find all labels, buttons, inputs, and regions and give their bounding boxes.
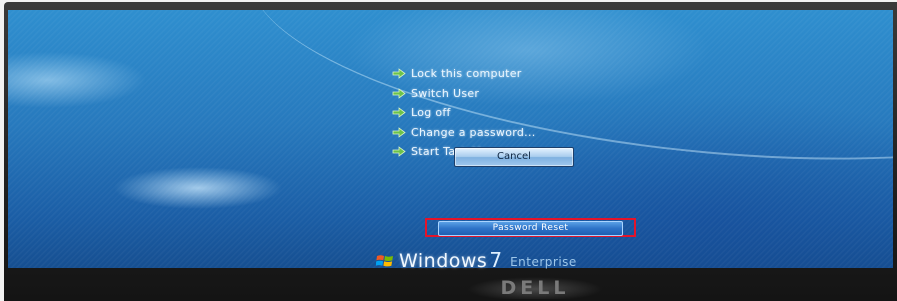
menu-item-switch-user[interactable]: Switch User [392,84,632,104]
menu-item-label: Change a password... [411,125,536,139]
photo: Lock this computer Switch User Log off C… [0,0,897,301]
green-arrow-icon [392,126,406,138]
windows-flag-icon [376,255,393,267]
green-arrow-icon [392,87,406,99]
green-arrow-icon [392,107,406,119]
green-arrow-icon [392,68,406,80]
menu-item-log-off[interactable]: Log off [392,103,632,123]
menu-item-label: Switch User [411,86,480,100]
menu-item-lock-computer[interactable]: Lock this computer [392,64,632,84]
password-reset-button[interactable]: Password Reset [438,221,623,236]
windows-brand-text: Windows [399,250,488,272]
green-arrow-icon [392,146,406,158]
menu-item-label: Log off [411,106,451,120]
cancel-button[interactable]: Cancel [454,147,574,167]
windows-version-text: 7 [489,248,503,272]
windows-logo: Windows 7 Enterprise [376,248,577,272]
menu-item-change-password[interactable]: Change a password... [392,123,632,143]
menu-item-label: Lock this computer [411,67,522,81]
windows-edition-text: Enterprise [510,255,577,269]
dell-logo: DELL [447,277,623,299]
